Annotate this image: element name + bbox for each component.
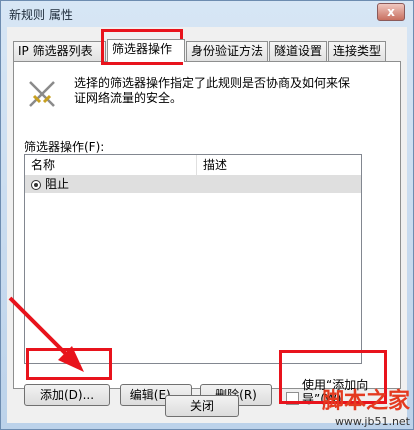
tab-authentication-methods[interactable]: 身份验证方法 <box>186 41 268 61</box>
filter-actions-list[interactable]: 名称 描述 阻止 <box>24 154 362 364</box>
dialog-footer: 关闭 <box>7 389 407 423</box>
filter-action-panel: 选择的筛选器操作指定了此规则是否协商及如何来保证网络流量的安全。 筛选器操作(F… <box>13 61 401 406</box>
tab-tunnel-settings[interactable]: 隧道设置 <box>269 41 327 61</box>
close-button[interactable]: 关闭 <box>165 395 239 417</box>
list-item[interactable]: 阻止 <box>25 175 361 193</box>
tab-filter-action[interactable]: 筛选器操作 <box>107 39 185 62</box>
column-header-description[interactable]: 描述 <box>197 155 361 175</box>
tab-ip-filter-list[interactable]: IP 筛选器列表 <box>13 41 106 61</box>
tab-connection-type[interactable]: 连接类型 <box>328 41 386 61</box>
close-icon[interactable]: x <box>377 3 405 21</box>
filter-actions-label: 筛选器操作(F): <box>24 140 105 154</box>
tab-strip: IP 筛选器列表 筛选器操作 身份验证方法 隧道设置 连接类型 <box>13 39 401 62</box>
radio-selected-icon[interactable] <box>31 179 41 190</box>
description-text: 选择的筛选器操作指定了此规则是否协商及如何来保证网络流量的安全。 <box>74 76 351 105</box>
list-header: 名称 描述 <box>25 155 361 176</box>
properties-dialog: 新规则 属性 x IP 筛选器列表 筛选器操作 身份验证方法 隧道设置 连接类型… <box>0 0 414 430</box>
crossed-swords-icon <box>29 81 55 107</box>
dialog-client-area: IP 筛选器列表 筛选器操作 身份验证方法 隧道设置 连接类型 选择的筛选器操作… <box>7 27 407 423</box>
window-title: 新规则 属性 <box>9 8 73 22</box>
list-item-name: 阻止 <box>45 177 70 191</box>
column-header-name[interactable]: 名称 <box>25 155 197 175</box>
title-bar[interactable]: 新规则 属性 x <box>1 1 413 27</box>
